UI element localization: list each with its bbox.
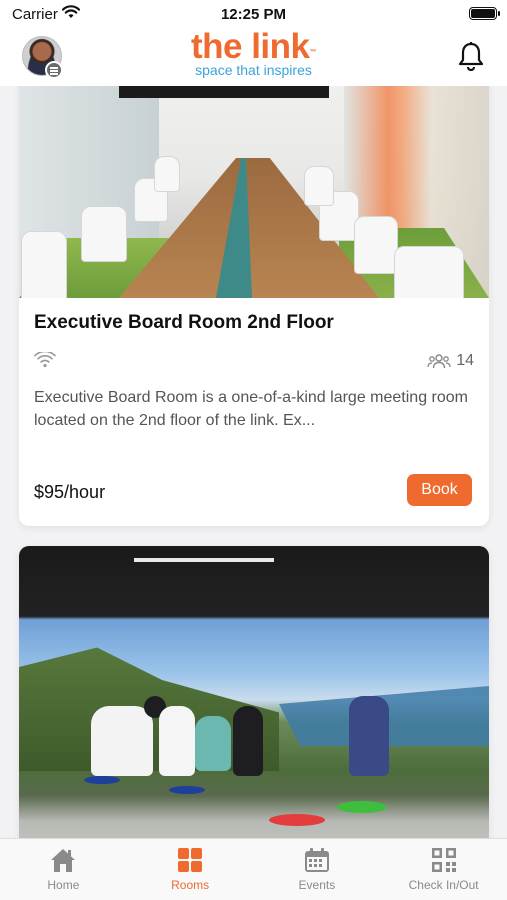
logo-trademark: ™ [309, 49, 317, 56]
room-card[interactable] [19, 546, 489, 838]
grid-icon [178, 848, 203, 872]
room-price: $95/hour [34, 482, 106, 502]
tab-bar: Home Rooms Events Check In/Out [0, 838, 507, 900]
room-amenities: 14 [34, 350, 474, 378]
logo-tagline: space that inspires [195, 62, 312, 78]
qr-code-icon [431, 848, 456, 872]
tab-label: Check In/Out [408, 878, 479, 892]
tab-label: Rooms [171, 878, 210, 892]
book-button[interactable]: Book [407, 474, 472, 506]
status-bar: Carrier 12:25 PM [0, 0, 507, 28]
people-icon [427, 354, 451, 369]
tab-rooms[interactable]: Rooms [127, 839, 254, 900]
battery-icon [469, 7, 500, 20]
tab-events[interactable]: Events [254, 839, 381, 900]
tab-home[interactable]: Home [0, 839, 127, 900]
app-header: the link™ space that inspires [0, 28, 507, 86]
room-photo [19, 546, 489, 838]
home-icon [51, 849, 76, 872]
logo-title: the link [190, 27, 310, 66]
wifi-icon [34, 352, 56, 368]
room-title: Executive Board Room 2nd Floor [34, 312, 334, 333]
tab-check-in-out[interactable]: Check In/Out [380, 839, 507, 900]
room-photo [19, 86, 489, 298]
bell-icon[interactable] [457, 41, 485, 71]
room-description: Executive Board Room is a one-of-a-kind … [34, 389, 468, 429]
app-logo: the link™ space that inspires [0, 27, 507, 78]
clock: 12:25 PM [220, 6, 287, 23]
room-list[interactable]: Executive Board Room 2nd Floor 14 Execut… [0, 86, 507, 838]
tab-label: Events [298, 878, 336, 892]
calendar-icon [304, 848, 329, 872]
room-card[interactable]: Executive Board Room 2nd Floor 14 Execut… [19, 86, 489, 526]
tab-label: Home [47, 878, 80, 892]
room-capacity: 14 [456, 352, 474, 369]
